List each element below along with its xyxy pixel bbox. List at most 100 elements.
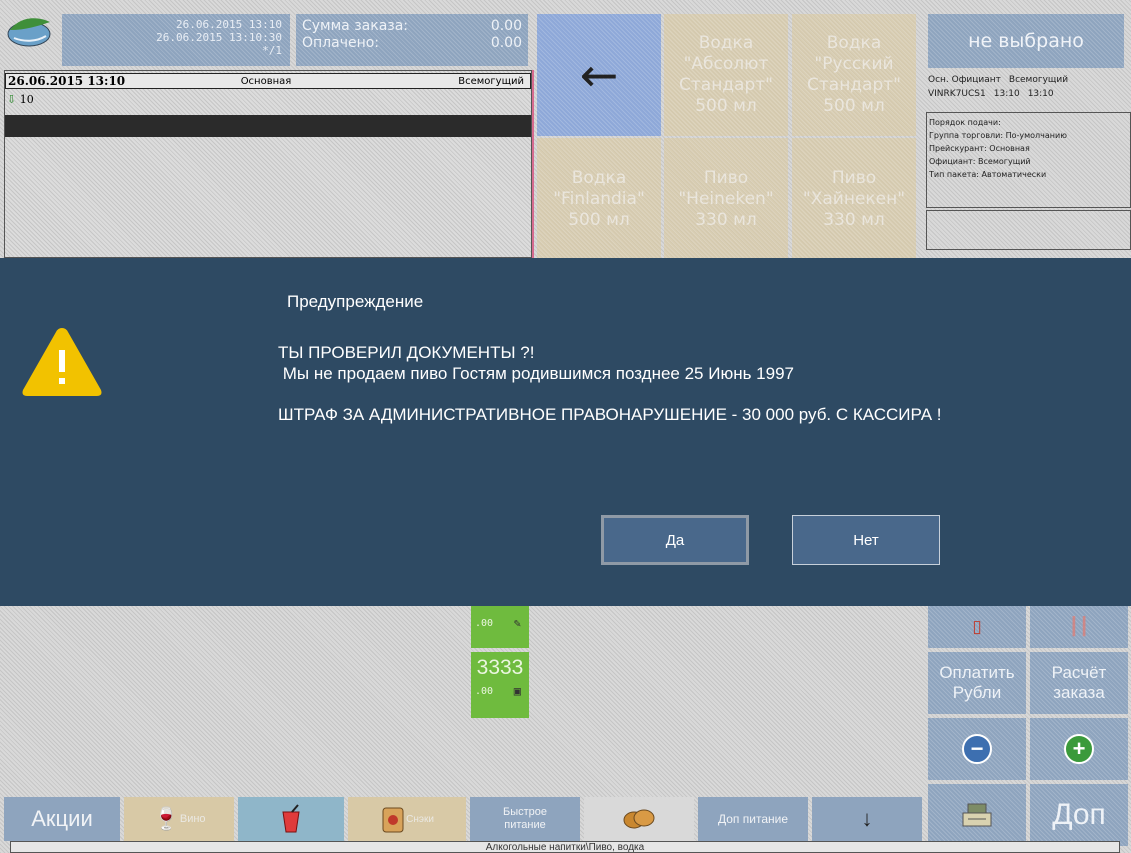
order-sum-panel: Сумма заказа: 0.00 Оплачено: 0.00 <box>296 14 528 66</box>
pay-rubles-button[interactable]: Оплатить Рубли <box>928 652 1026 714</box>
more-label: Доп <box>1052 798 1106 831</box>
paid-value: 0.00 <box>490 35 522 51</box>
split-button[interactable]: ┃┃ <box>1030 606 1128 648</box>
sum-value: 0.00 <box>490 18 522 34</box>
split-icon: ┃┃ <box>1068 617 1090 636</box>
sum-label: Сумма заказа: <box>302 18 409 34</box>
property-line: Группа торговли: По-умолчанию <box>929 131 1067 140</box>
no-button[interactable]: Нет <box>792 515 940 565</box>
menu-tile[interactable]: Водка "Finlandia" 500 мл <box>537 138 661 260</box>
menu-tile[interactable]: Пиво "Heineken" 330 мл <box>664 138 788 260</box>
order-menu: Основная <box>240 75 292 87</box>
app-logo-icon <box>7 18 51 47</box>
back-button[interactable]: ← <box>537 14 661 136</box>
category-extra-food[interactable]: Доп питание <box>698 797 808 841</box>
dialog-line: ШТРАФ ЗА АДМИНИСТРАТИВНОЕ ПРАВОНАРУШЕНИЕ… <box>278 405 942 424</box>
order-open-date: 26.06.2015 13:10 <box>176 18 282 31</box>
current-datetime: 26.06.2015 13:10:30 <box>156 31 282 44</box>
minus-icon: − <box>962 734 992 764</box>
dialog-line: ТЫ ПРОВЕРИЛ ДОКУМЕНТЫ ?! <box>278 343 535 362</box>
cash-register-icon <box>962 803 992 827</box>
table-number: */1 <box>262 44 282 57</box>
pay-label-1: Оплатить <box>939 663 1015 682</box>
order-dates-panel: 26.06.2015 13:10 26.06.2015 13:10:30 */1 <box>62 14 290 66</box>
decrease-button[interactable]: − <box>928 718 1026 780</box>
delete-button[interactable]: ▯ <box>928 606 1026 648</box>
menu-tile-label: Водка "Абсолют Стандарт" 500 мл <box>679 33 773 116</box>
category-drinks[interactable] <box>238 797 344 841</box>
menu-tile[interactable]: Водка "Русский Стандарт" 500 мл <box>792 14 916 136</box>
pencil-icon: ✎ <box>513 616 521 630</box>
category-label: Быстрое <box>502 806 548 818</box>
category-path: Алкогольные напитки\Пиво, водка <box>10 841 1120 853</box>
menu-tile[interactable]: Водка "Абсолют Стандарт" 500 мл <box>664 14 788 136</box>
soft-drink-icon <box>282 804 300 833</box>
pay-label-2: Рубли <box>952 683 1002 702</box>
property-line: Официант: Всемогущий <box>929 157 1031 166</box>
station-name: VINRK7UCS1 <box>928 89 986 99</box>
arrow-down-icon: ↓ <box>861 806 873 831</box>
time-current: 13:10 <box>1027 89 1054 99</box>
selected-row-bar[interactable] <box>5 115 531 137</box>
menu-tile-label: Пиво "Хайнекен" 330 мл <box>802 167 906 230</box>
category-label: Доп питание <box>717 812 788 826</box>
dialog-line: Мы не продаем пиво Гостям родившимся поз… <box>278 364 794 383</box>
warning-icon <box>22 328 102 396</box>
arrow-left-icon: ← <box>579 48 619 102</box>
order-waiter: Всемогущий <box>458 75 524 87</box>
order-line-item[interactable]: ⇩ 10 <box>7 93 34 106</box>
wine-bottle-icon: 🍷 <box>152 806 180 831</box>
category-fast-food[interactable]: Быстрое питание <box>470 797 580 841</box>
category-bakery[interactable] <box>584 797 694 841</box>
table-select-button[interactable]: не выбрано <box>928 14 1124 68</box>
order-header-row: 26.06.2015 13:10 Основная Всемогущий <box>5 73 531 89</box>
yes-button[interactable]: Да <box>601 515 749 565</box>
green-tile[interactable]: 3333 .00 ▣ <box>471 652 529 718</box>
scroll-down-button[interactable]: ↓ <box>812 797 922 841</box>
property-line: Тип пакета: Автоматически <box>929 170 1047 179</box>
order-list[interactable]: 26.06.2015 13:10 Основная Всемогущий ⇩ 1… <box>4 70 532 258</box>
cash-drawer-button[interactable] <box>928 784 1026 846</box>
order-line-qty: 10 <box>19 93 34 106</box>
calc-label-1: Расчёт <box>1051 663 1107 682</box>
warning-dialog <box>0 258 1131 606</box>
dialog-title: Предупреждение <box>287 292 424 311</box>
property-line: Порядок подачи: <box>929 118 1001 127</box>
divider <box>532 70 534 258</box>
waiter-info: Осн. Официант Всемогущий VINRK7UCS1 13:10 1… <box>926 70 1131 110</box>
category-label: Акции <box>31 806 93 831</box>
property-line: Прейскурант: Основная <box>929 144 1030 153</box>
comment-box <box>926 210 1131 250</box>
category-snacks[interactable]: Снэки <box>348 797 466 841</box>
not-selected-label: не выбрано <box>968 30 1084 52</box>
arrow-down-icon: ⇩ <box>7 93 17 106</box>
order-date: 26.06.2015 13:10 <box>8 74 126 88</box>
category-actions[interactable]: Акции <box>4 797 120 841</box>
menu-tile-label: Пиво "Heineken" 330 мл <box>678 167 774 230</box>
bread-icon <box>623 809 655 829</box>
menu-tile-label: Водка "Русский Стандарт" 500 мл <box>807 33 901 116</box>
trash-icon: ▯ <box>972 617 982 636</box>
menu-tile[interactable]: Пиво "Хайнекен" 330 мл <box>792 138 916 260</box>
menu-tile-label: Водка "Finlandia" 500 мл <box>553 167 645 230</box>
paid-label: Оплачено: <box>302 35 380 51</box>
calc-order-button[interactable]: Расчёт заказа <box>1030 652 1128 714</box>
category-label: питание <box>504 819 546 831</box>
order-properties: Порядок подачи: Группа торговли: По-умол… <box>926 112 1131 208</box>
waiter-value: Всемогущий <box>1008 75 1069 85</box>
category-wine[interactable]: 🍷 Вино <box>124 797 234 841</box>
green-tile-code: 3333 <box>476 656 524 679</box>
more-button[interactable]: Доп <box>1030 784 1128 846</box>
plus-icon: + <box>1064 734 1094 764</box>
waiter-label: Осн. Официант <box>928 75 1001 85</box>
snack-bag-icon <box>382 807 404 833</box>
green-tile[interactable]: .00 ✎ <box>471 606 529 648</box>
dialog-message: ТЫ ПРОВЕРИЛ ДОКУМЕНТЫ ?! Мы не продаем п… <box>278 342 1038 425</box>
category-label: Снэки <box>406 813 434 825</box>
save-icon: ▣ <box>513 684 521 698</box>
category-label: Вино <box>179 813 206 825</box>
increase-button[interactable]: + <box>1030 718 1128 780</box>
time-open: 13:10 <box>993 89 1020 99</box>
green-tile-value: .00 <box>475 686 494 697</box>
green-tile-value: .00 <box>475 618 494 629</box>
